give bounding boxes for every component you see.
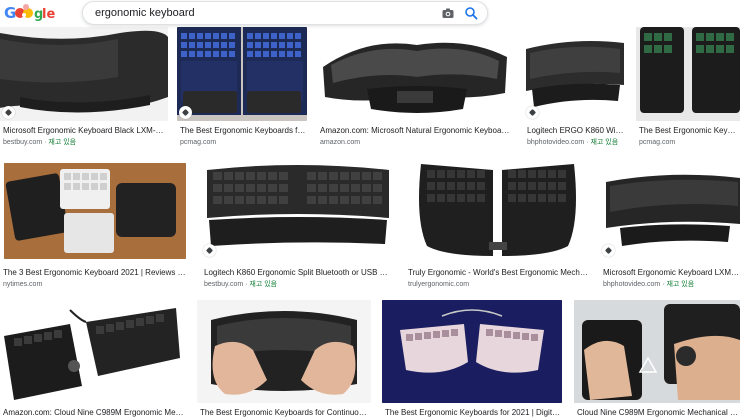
stock-badge: 재고 있음 xyxy=(249,281,278,288)
camera-icon[interactable] xyxy=(441,6,455,20)
result-source: nytimes.com xyxy=(3,281,43,288)
result-caption[interactable]: The Best Ergonomic Keyboards for 2021 | … xyxy=(385,408,561,418)
result-image[interactable] xyxy=(524,27,626,121)
result-caption[interactable]: Logitech K860 Ergonomic Split Bluetooth … xyxy=(204,268,394,278)
result-source: bestbuy.com · 재고 있음 xyxy=(3,139,77,146)
result-tile[interactable]: Logitech K860 Ergonomic Split Bluetooth … xyxy=(201,160,395,290)
stock-badge: 재고 있음 xyxy=(666,281,695,288)
result-caption[interactable]: The Best Ergonomic Keyboards xyxy=(639,126,739,136)
result-caption[interactable]: The Best Ergonomic Keyboards for Continu… xyxy=(200,408,370,418)
result-caption[interactable]: Cloud Nine C989M Ergonomic Mechanical Ke… xyxy=(577,408,739,418)
result-image[interactable] xyxy=(201,160,395,259)
result-source: bhphotovideo.com · 재고 있음 xyxy=(603,281,695,288)
source-domain: bestbuy.com xyxy=(204,281,244,288)
result-caption[interactable]: Amazon.com: Cloud Nine C989M Ergonomic M… xyxy=(3,408,185,418)
source-domain: bhphotovideo.com xyxy=(527,139,585,146)
search-icon[interactable] xyxy=(464,6,478,20)
result-caption[interactable]: The Best Ergonomic Keyboards for 2… xyxy=(180,126,306,136)
result-tile[interactable]: Cloud Nine C989M Ergonomic Mechanical Ke… xyxy=(574,300,740,418)
result-image[interactable] xyxy=(0,300,186,403)
result-image[interactable] xyxy=(574,300,740,403)
search-box[interactable] xyxy=(82,1,488,25)
product-tag-icon xyxy=(526,106,539,119)
product-tag-icon xyxy=(179,106,192,119)
result-image[interactable] xyxy=(177,27,307,121)
result-source: pcmag.com xyxy=(180,139,217,146)
source-domain: bhphotovideo.com xyxy=(603,281,661,288)
result-image[interactable] xyxy=(382,300,562,403)
product-tag-icon xyxy=(602,244,615,257)
result-image[interactable] xyxy=(0,27,168,121)
stock-badge: 재고 있음 xyxy=(590,139,619,146)
result-source: bhphotovideo.com · 재고 있음 xyxy=(527,139,619,146)
stock-badge: 재고 있음 xyxy=(48,139,77,146)
result-source: bestbuy.com · 재고 있음 xyxy=(204,281,278,288)
search-header: G g le xyxy=(0,0,740,27)
result-image[interactable] xyxy=(197,300,371,403)
result-image[interactable] xyxy=(405,160,590,259)
google-doodle-logo[interactable]: G g le xyxy=(4,3,56,23)
search-input[interactable] xyxy=(95,5,425,21)
product-tag-icon xyxy=(203,244,216,257)
product-tag-icon xyxy=(2,106,15,119)
result-caption[interactable]: Microsoft Ergonomic Keyboard LXM-000… xyxy=(603,268,740,278)
result-tile[interactable]: The 3 Best Ergonomic Keyboard 2021 | Rev… xyxy=(0,160,190,290)
result-caption[interactable]: Amazon.com: Microsoft Natural Ergonomic … xyxy=(320,126,512,136)
result-caption[interactable]: Logitech ERGO K860 Wirele… xyxy=(527,126,625,136)
result-image[interactable] xyxy=(600,160,740,259)
svg-text:le: le xyxy=(42,7,55,22)
result-caption[interactable]: Microsoft Ergonomic Keyboard Black LXM-0… xyxy=(3,126,165,136)
source-domain: bestbuy.com xyxy=(3,139,43,146)
result-tile[interactable]: The Best Ergonomic Keyboards for 2021 | … xyxy=(382,300,562,418)
result-tile[interactable]: Microsoft Ergonomic Keyboard LXM-000… bh… xyxy=(600,160,740,290)
result-caption[interactable]: Truly Ergonomic - World's Best Ergonomic… xyxy=(408,268,589,278)
result-tile[interactable]: Truly Ergonomic - World's Best Ergonomic… xyxy=(405,160,590,290)
result-source: pcmag.com xyxy=(639,139,676,146)
result-image[interactable] xyxy=(4,163,186,259)
result-tile[interactable]: Amazon.com: Cloud Nine C989M Ergonomic M… xyxy=(0,300,186,418)
result-tile[interactable]: The Best Ergonomic Keyboards for Continu… xyxy=(197,300,371,418)
result-caption[interactable]: The 3 Best Ergonomic Keyboard 2021 | Rev… xyxy=(3,268,187,278)
result-image[interactable] xyxy=(636,27,740,121)
svg-text:G: G xyxy=(4,4,16,22)
result-image[interactable] xyxy=(317,27,513,121)
result-source: amazon.com xyxy=(320,139,361,146)
result-source: trulyergonomic.com xyxy=(408,281,470,288)
